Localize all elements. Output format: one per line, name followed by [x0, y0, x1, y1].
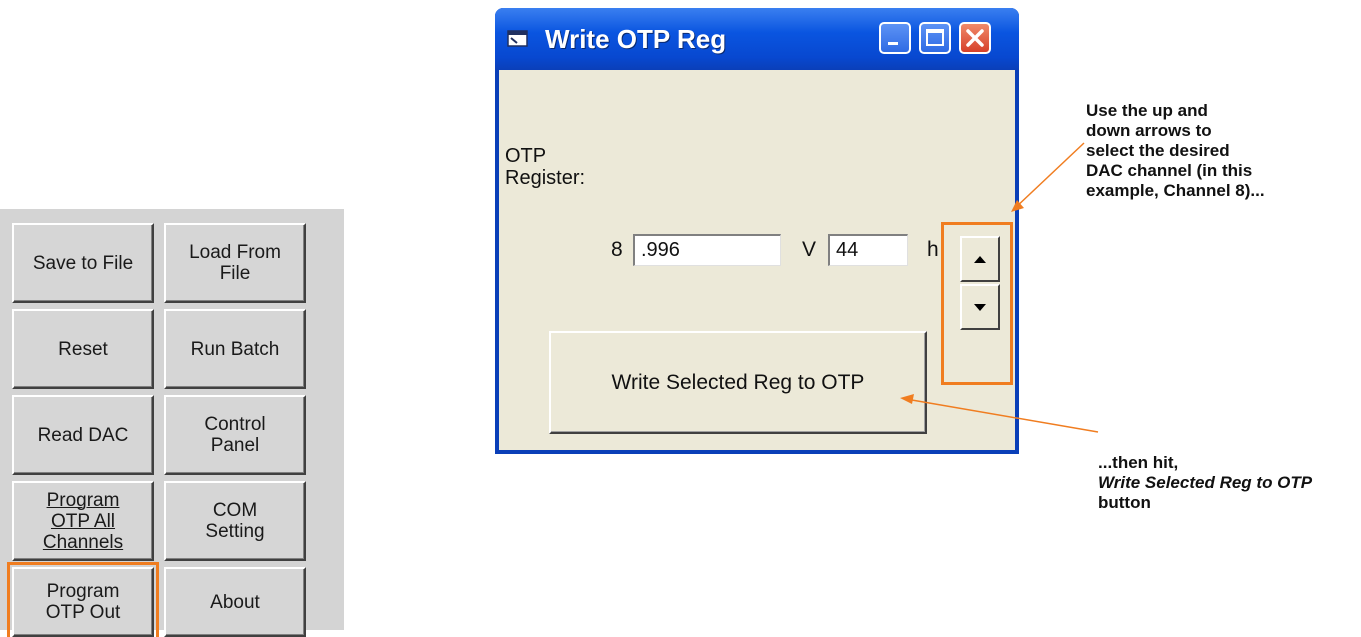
arrow-to-write-line: [905, 398, 1099, 433]
button-note-suffix: button: [1098, 493, 1151, 512]
button-note-prefix: ...then hit,: [1098, 453, 1179, 472]
arrow-to-spin-line: [1013, 142, 1085, 210]
annotation-arrows: [900, 142, 1099, 433]
button-note-emphasis: Write Selected Reg to OTP: [1098, 473, 1313, 492]
button-instruction-note: ...then hit, Write Selected Reg to OTP b…: [1098, 453, 1312, 513]
arrow-to-write-head: [900, 394, 914, 404]
arrows-instruction-note: Use the up and down arrows to select the…: [1086, 101, 1265, 200]
